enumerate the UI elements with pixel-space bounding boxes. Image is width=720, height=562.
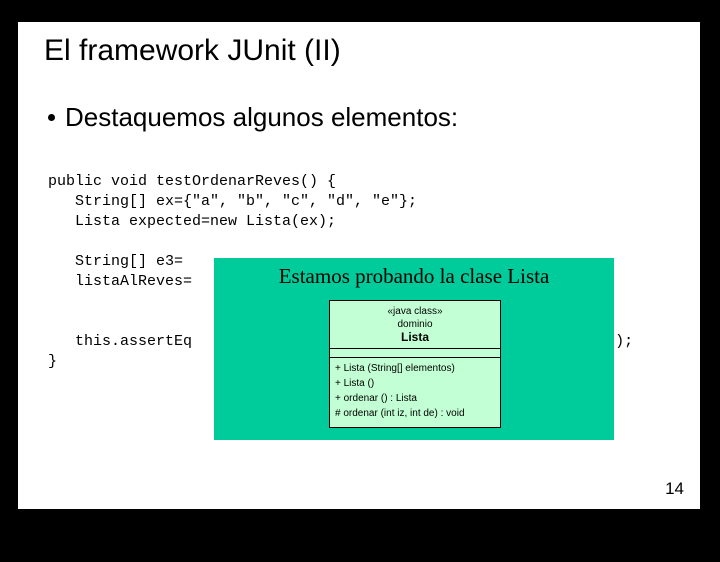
code-line: Lista expected=new Lista(ex);	[48, 213, 336, 230]
uml-op: + ordenar () : Lista	[335, 391, 495, 406]
leader-line	[123, 240, 124, 241]
uml-classname: Lista	[332, 331, 498, 344]
bullet-item: Destaquemos algunos elementos:	[48, 102, 458, 133]
bullet-dot	[48, 114, 55, 121]
uml-op: + Lista (String[] elementos)	[335, 361, 495, 376]
page-number: 14	[665, 479, 684, 499]
bullet-text: Destaquemos algunos elementos:	[65, 102, 458, 132]
callout-text: Estamos probando la clase Lista	[214, 264, 614, 289]
uml-stereotype: «java class»	[332, 305, 498, 318]
uml-operations: + Lista (String[] elementos) + Lista () …	[330, 358, 500, 427]
uml-attributes	[330, 349, 500, 358]
code-line: String[] e3=	[48, 253, 183, 270]
uml-class-box: «java class» dominio Lista + Lista (Stri…	[329, 300, 501, 428]
code-line: listaAlReves=	[48, 273, 192, 290]
code-line: }	[48, 353, 57, 370]
slide: El framework JUnit (II) Destaquemos algu…	[18, 22, 700, 509]
code-line: public void testOrdenarReves() {	[48, 173, 336, 190]
uml-op: # ordenar (int iz, int de) : void	[335, 406, 495, 421]
slide-title: El framework JUnit (II)	[44, 34, 341, 68]
code-line: String[] ex={"a", "b", "c", "d", "e"};	[48, 193, 417, 210]
callout-box: Estamos probando la clase Lista «java cl…	[214, 258, 614, 440]
code-line-tail: );	[615, 333, 633, 350]
code-line: this.assertEq	[48, 333, 192, 350]
uml-header: «java class» dominio Lista	[330, 301, 500, 349]
uml-op: + Lista ()	[335, 376, 495, 391]
